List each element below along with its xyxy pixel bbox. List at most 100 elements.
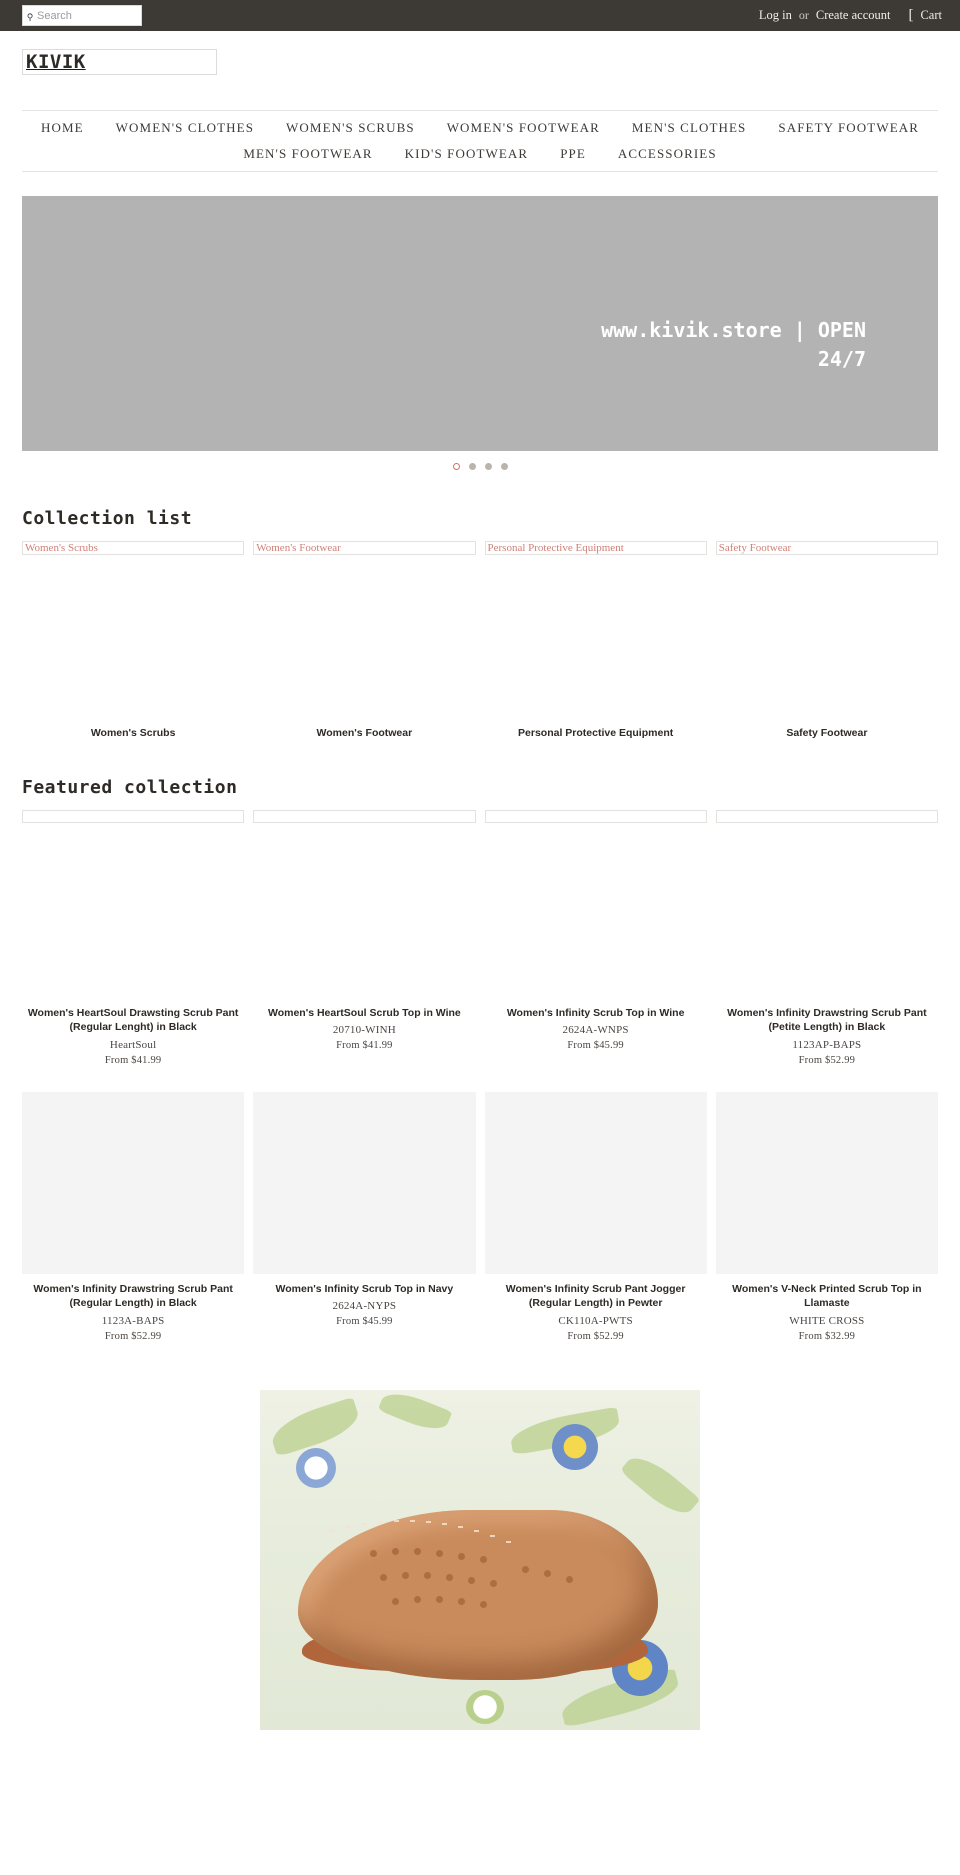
product-title[interactable]: Women's Infinity Drawstring Scrub Pant (… [22,1282,244,1311]
slideshow-dot-1[interactable] [452,463,460,470]
product-card[interactable]: Women's Infinity Scrub Pant Jogger (Regu… [484,1091,707,1342]
collection-alt-text[interactable]: Women's Footwear [254,542,341,554]
product-image-placeholder[interactable] [484,810,707,823]
product-price: From $41.99 [336,1040,393,1052]
promo-image[interactable] [260,1389,700,1730]
leaf-decor-icon [377,1389,453,1437]
stitch-mark [442,1522,447,1525]
slideshow-dot-2[interactable] [468,463,476,470]
collection-image-placeholder[interactable]: Women's Scrubs [22,541,245,555]
nav-item-kids-footwear[interactable]: KID'S FOOTWEAR [389,146,545,162]
stitch-mark [490,1534,495,1537]
perforation-dot [392,1547,399,1555]
product-image[interactable] [253,1091,476,1274]
perforation-dot [380,1573,387,1581]
slideshow-dot-4[interactable] [500,463,508,470]
collection-list-title: Collection list [22,508,193,529]
product-image[interactable] [22,1091,245,1274]
hero-slideshow[interactable]: www.kivik.store | OPEN 24/7 [22,196,938,451]
product-vendor: HeartSoul [109,1038,157,1051]
nav-item-safety-footwear[interactable]: SAFETY FOOTWEAR [762,120,935,136]
product-image[interactable] [715,1091,938,1274]
product-title[interactable]: Women's Infinity Scrub Pant Jogger (Regu… [485,1282,707,1311]
product-image-placeholder[interactable] [22,810,245,823]
stitch-mark [506,1540,511,1543]
product-price: From $32.99 [798,1330,856,1342]
cart-label: Cart [920,8,942,22]
log-in-link[interactable]: Log in [759,8,792,23]
hero-slide-caption: www.kivik.store | OPEN 24/7 [526,316,866,374]
collection-image-placeholder[interactable]: Personal Protective Equipment [484,541,707,555]
nav-item-accessories[interactable]: ACCESSORIES [602,146,733,162]
collection-alt-text[interactable]: Safety Footwear [717,542,791,554]
product-title[interactable]: Women's Infinity Drawstring Scrub Pant (… [716,1006,938,1035]
or-separator: or [798,8,809,22]
collection-item[interactable]: Women's Footwear Women's Footwear [253,541,476,739]
product-title[interactable]: Women's HeartSoul Scrub Top in Wine [253,1006,475,1020]
loafer-shoe [298,1509,658,1680]
slideshow-dot-3[interactable] [484,463,492,470]
nav-item-mens-footwear[interactable]: MEN'S FOOTWEAR [227,146,388,162]
hero-slide-line-1: www.kivik.store | OPEN [601,318,866,342]
product-vendor: 2624A-WNPS [562,1024,629,1037]
perforation-dot [458,1552,465,1560]
product-card[interactable]: Women's HeartSoul Drawsting Scrub Pant (… [22,810,245,1066]
collection-alt-text[interactable]: Personal Protective Equipment [486,542,624,554]
product-vendor: 20710-WINH [332,1024,396,1037]
nav-item-mens-clothes[interactable]: MEN'S CLOTHES [616,120,763,136]
collection-item[interactable]: Personal Protective Equipment Personal P… [484,541,707,739]
perforation-dot [392,1597,399,1605]
collection-alt-text[interactable]: Women's Scrubs [23,542,98,554]
search-form[interactable]: ⚲ [22,5,142,26]
product-image-placeholder[interactable] [253,810,476,823]
stitch-mark [474,1529,479,1532]
collection-image-placeholder[interactable]: Safety Footwear [715,541,938,555]
nav-item-womens-scrubs[interactable]: WOMEN'S SCRUBS [270,120,431,136]
product-title[interactable]: Women's V-Neck Printed Scrub Top in Llam… [716,1282,938,1311]
perforation-dot [370,1549,377,1557]
nav-item-ppe[interactable]: PPE [544,146,602,162]
collection-image-space [253,555,475,727]
site-logo[interactable]: KIVIK [22,49,217,75]
featured-product-row-1: Women's HeartSoul Drawsting Scrub Pant (… [22,810,938,1066]
product-price: From $41.99 [104,1054,162,1066]
nav-item-womens-footwear[interactable]: WOMEN'S FOOTWEAR [431,120,616,136]
perforation-dot [544,1569,551,1577]
stitch-mark [330,1529,335,1532]
product-card[interactable]: Women's V-Neck Printed Scrub Top in Llam… [715,1091,938,1342]
nav-item-womens-clothes[interactable]: WOMEN'S CLOTHES [100,120,270,136]
product-price: From $52.99 [798,1054,856,1066]
perforation-dot [566,1575,573,1583]
collection-image-placeholder[interactable]: Women's Footwear [253,541,476,555]
product-title[interactable]: Women's Infinity Scrub Top in Wine [485,1006,707,1020]
product-vendor: 2624A-NYPS [332,1300,397,1313]
product-card[interactable]: Women's Infinity Scrub Top in Navy 2624A… [253,1091,476,1342]
product-vendor: WHITE CROSS [789,1314,865,1327]
search-input[interactable] [37,9,129,22]
collection-image-space [22,555,244,727]
stitch-mark [346,1525,351,1528]
product-card[interactable]: Women's Infinity Drawstring Scrub Pant (… [715,810,938,1066]
featured-collection-title: Featured collection [22,777,238,798]
product-image-placeholder[interactable] [715,810,938,823]
stitch-mark [426,1520,431,1523]
collection-item[interactable]: Safety Footwear Safety Footwear [715,541,938,739]
cart-link[interactable]: [ Cart [908,8,942,23]
site-logo-text: KIVIK [26,50,86,73]
product-card[interactable]: Women's Infinity Scrub Top in Wine 2624A… [484,810,707,1066]
flower-decor-icon [552,1423,598,1470]
perforation-dot [446,1573,453,1581]
product-title[interactable]: Women's HeartSoul Drawsting Scrub Pant (… [22,1006,244,1035]
product-title[interactable]: Women's Infinity Scrub Top in Navy [253,1282,475,1296]
create-account-link[interactable]: Create account [816,8,891,23]
search-icon[interactable]: ⚲ [23,9,37,23]
product-image[interactable] [484,1091,707,1274]
product-card[interactable]: Women's HeartSoul Scrub Top in Wine 2071… [253,810,476,1066]
collection-item[interactable]: Women's Scrubs Women's Scrubs [22,541,245,739]
perforation-dot [436,1595,443,1603]
stitch-mark [394,1519,399,1522]
perforation-dot [424,1571,431,1579]
nav-item-home[interactable]: HOME [25,120,100,136]
product-price: From $45.99 [567,1040,624,1052]
product-card[interactable]: Women's Infinity Drawstring Scrub Pant (… [22,1091,245,1342]
